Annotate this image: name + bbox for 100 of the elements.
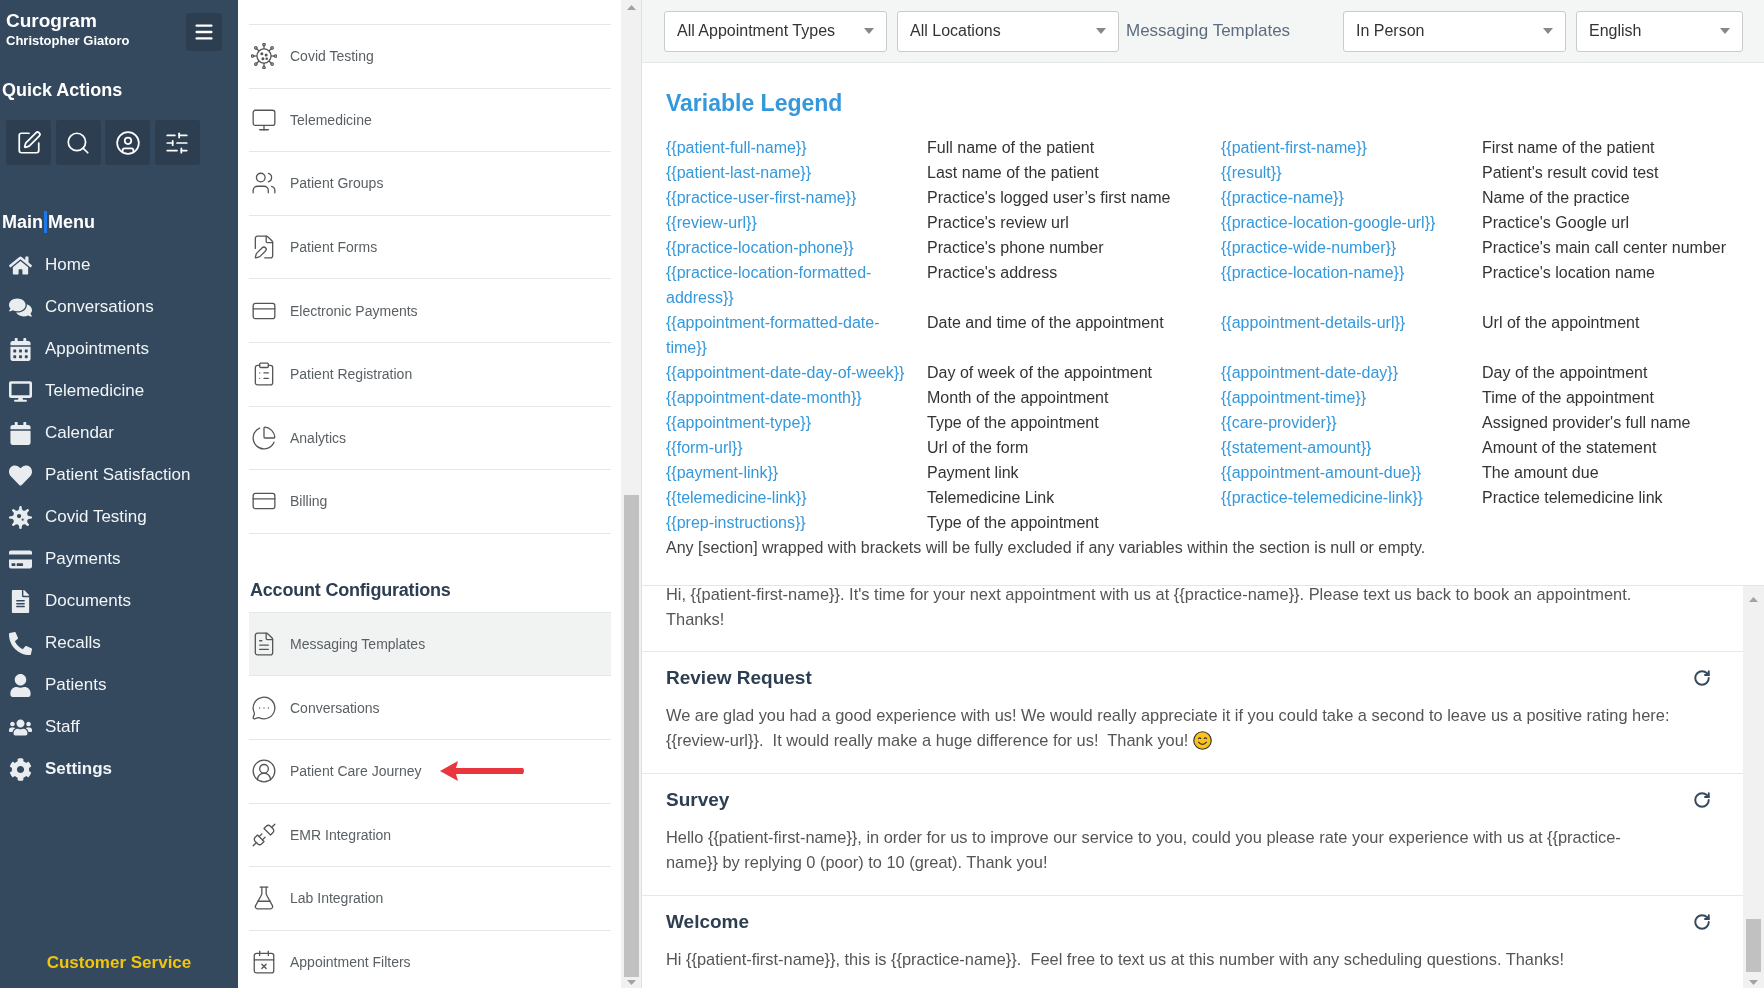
section-heading: Main xyxy=(2,211,43,234)
user-icon xyxy=(9,673,32,697)
monitor-icon xyxy=(9,379,32,403)
menu-item[interactable]: Home xyxy=(0,244,95,286)
variable-token: {{care-provider}} xyxy=(1221,412,1337,433)
settings-menu-item[interactable]: Covid Testing xyxy=(249,25,611,89)
variable-description: Url of the appointment xyxy=(1482,312,1640,333)
variable-token: {{appointment-date-month}} xyxy=(666,387,862,408)
variable-token: {{appointment-amount-due}} xyxy=(1221,462,1422,483)
section-heading: Quick Actions xyxy=(2,79,123,102)
menu-item[interactable]: Recalls xyxy=(0,622,105,664)
menu-item[interactable]: Conversations xyxy=(0,286,158,328)
menu-item[interactable]: Telemedicine xyxy=(0,370,149,412)
scrollbar-thumb[interactable] xyxy=(623,495,639,977)
calendar-x-icon xyxy=(251,949,277,975)
variable-description: Practice's Google url xyxy=(1482,212,1630,233)
variable-description: Full name of the patient xyxy=(927,137,1095,158)
virus-icon xyxy=(9,505,32,529)
settings-menu-item[interactable]: Messaging Templates xyxy=(249,612,611,677)
template-title: Survey xyxy=(666,788,730,812)
refresh-icon[interactable] xyxy=(1693,790,1711,809)
dropdown[interactable]: English xyxy=(1576,10,1743,52)
menu-item[interactable]: Appointments xyxy=(0,328,153,370)
home-icon xyxy=(9,253,32,277)
variable-description: Day of the appointment xyxy=(1482,362,1648,383)
virus-icon xyxy=(251,43,277,70)
settings-menu-item[interactable]: Appointment Filters xyxy=(249,930,611,988)
settings-menu-item[interactable]: Analytics xyxy=(249,406,611,471)
caret-icon xyxy=(1096,28,1106,34)
legend-title: Variable Legend xyxy=(666,89,843,117)
search-icon xyxy=(65,129,91,156)
dropdown[interactable]: All Appointment Types xyxy=(664,10,887,52)
template-title: Welcome xyxy=(666,910,750,934)
menu-item[interactable]: Settings xyxy=(0,748,117,790)
dropdown[interactable]: All Locations xyxy=(897,10,1119,52)
variable-token: {{appointment-type}} xyxy=(666,412,811,433)
menu-item[interactable]: Staff xyxy=(0,706,84,748)
heart-icon xyxy=(9,463,32,487)
variable-description: Practice's location name xyxy=(1482,262,1655,283)
variable-description: Practice's main call center number xyxy=(1482,237,1727,258)
variable-description: Practice's address xyxy=(927,262,1058,283)
variable-token: {{appointment-details-url}} xyxy=(1221,312,1406,333)
menu-icon xyxy=(193,21,215,43)
sliders-icon xyxy=(164,129,190,156)
customer-service-link[interactable]: Customer Service xyxy=(46,951,192,975)
menu-item[interactable]: Payments xyxy=(0,538,125,580)
variable-description: First name of the patient xyxy=(1482,137,1655,158)
settings-menu-item[interactable]: Telemedicine xyxy=(249,88,611,153)
user-icon xyxy=(114,129,141,156)
menu-item[interactable]: Patient Satisfaction xyxy=(0,454,195,496)
scrollbar[interactable] xyxy=(1743,586,1764,988)
calendar-icon xyxy=(9,421,32,445)
settings-menu-item[interactable]: Conversations xyxy=(249,676,611,740)
settings-menu-item[interactable]: Patient Care Journey xyxy=(249,739,611,804)
pie-chart-icon xyxy=(251,424,277,451)
variable-description: The amount due xyxy=(1482,462,1599,483)
refresh-icon[interactable] xyxy=(1693,912,1711,931)
variable-token: {{appointment-date-day}} xyxy=(1221,362,1399,383)
variable-description: Month of the appointment xyxy=(927,387,1109,408)
settings-menu-item[interactable]: Patient Registration xyxy=(249,342,611,407)
variable-description: Date and time of the appointment xyxy=(927,312,1164,333)
variable-token: {{payment-link}} xyxy=(666,462,779,483)
quick-action-button[interactable] xyxy=(105,120,150,165)
variable-token: {{patient-first-name}} xyxy=(1221,137,1367,158)
settings-menu-item[interactable]: Billing xyxy=(249,470,611,534)
chat-bubble-icon xyxy=(251,694,277,721)
user-name: Christopher Giatoro xyxy=(6,33,130,49)
quick-action-button[interactable] xyxy=(6,120,51,165)
variable-token: {{result}} xyxy=(1221,162,1282,183)
variable-description: Practice's review url xyxy=(927,212,1069,233)
quick-action-button[interactable] xyxy=(55,120,101,165)
text-cursor xyxy=(44,211,47,233)
menu-item[interactable]: Documents xyxy=(0,580,135,622)
variable-token: {{appointment-date-day-of-week}} xyxy=(666,362,905,383)
calendar-icon xyxy=(9,337,32,361)
variable-token: {{practice-location-formatted-address}} xyxy=(666,262,873,308)
scrollbar-thumb[interactable] xyxy=(1746,919,1761,972)
menu-button[interactable] xyxy=(186,13,222,51)
dropdown[interactable]: In Person xyxy=(1343,10,1566,52)
settings-menu-item[interactable]: Patient Forms xyxy=(249,215,611,280)
settings-menu-item[interactable]: EMR Integration xyxy=(249,803,611,868)
menu-item[interactable]: Patients xyxy=(0,664,111,706)
scrollbar[interactable] xyxy=(621,0,641,988)
quick-action-button[interactable] xyxy=(154,120,200,165)
settings-menu-item[interactable]: Patient Groups xyxy=(249,152,611,216)
settings-menu-item[interactable]: Lab Integration xyxy=(249,867,611,931)
menu-item[interactable]: Covid Testing xyxy=(0,496,151,538)
variable-description: Type of the appointment xyxy=(927,512,1099,533)
variable-token: {{practice-user-first-name}} xyxy=(666,187,857,208)
settings-menu-item[interactable]: Electronic Payments xyxy=(249,279,611,343)
template-text: Hello {{patient-first-name}}, in order for us to improve our service to you, could you please rate your experience with us at {{practice-name}} by replying 0 (poor) to 10 (great). Thank you! xyxy=(666,828,1621,871)
variable-token: {{form-url}} xyxy=(666,437,743,458)
plug-icon xyxy=(251,821,277,848)
refresh-icon[interactable] xyxy=(1693,668,1711,687)
brand-name: Curogram xyxy=(6,9,97,33)
menu-item[interactable]: Calendar xyxy=(0,412,118,454)
variable-token: {{prep-instructions}} xyxy=(666,512,806,533)
variable-token: {{patient-last-name}} xyxy=(666,162,811,183)
template-title: Review Request xyxy=(666,666,812,690)
variable-token: {{patient-full-name}} xyxy=(666,137,807,158)
